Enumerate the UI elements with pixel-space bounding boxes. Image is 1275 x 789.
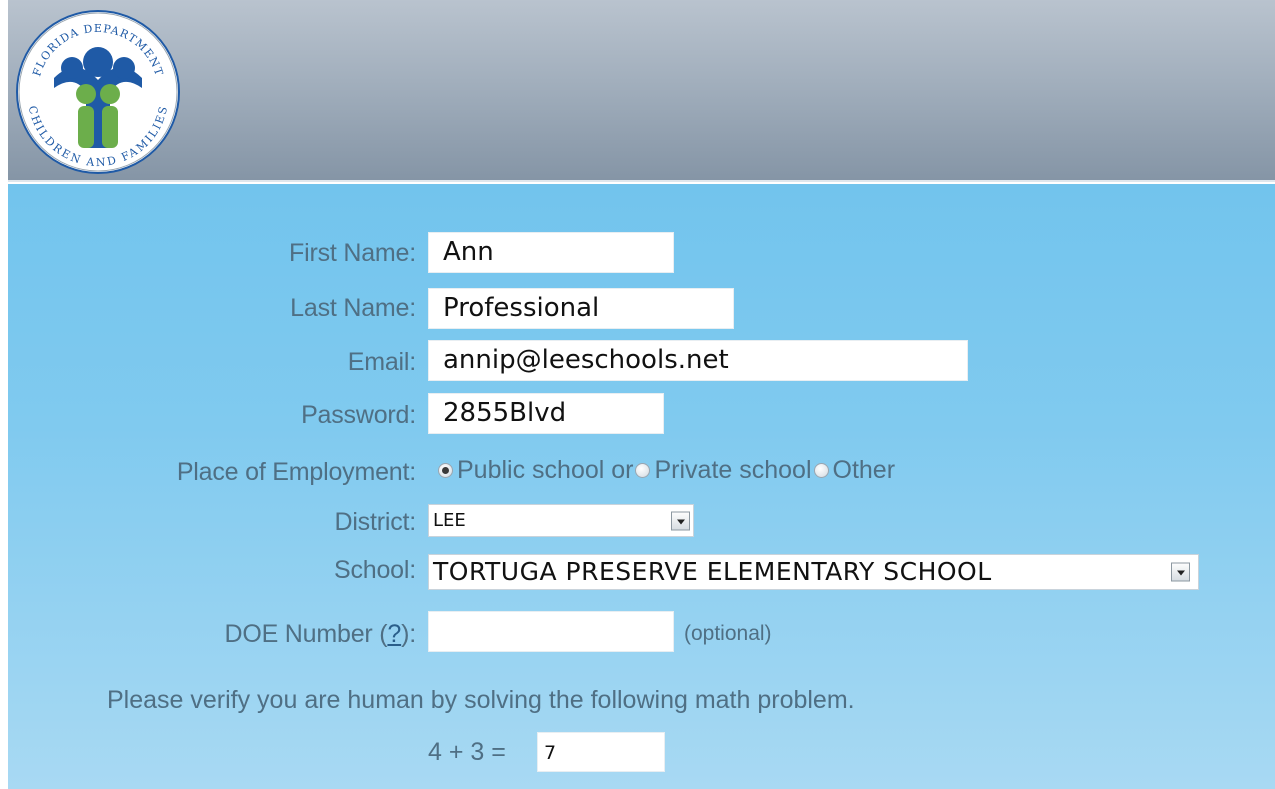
radio-private-school-label[interactable]: Private school [654,456,811,485]
first-name-label: First Name: [289,239,416,267]
last-name-label: Last Name: [290,294,416,322]
radio-public-school[interactable] [438,463,453,478]
doe-optional-hint: (optional) [684,622,772,645]
district-dropdown-arrow-icon[interactable] [671,511,690,530]
doe-number-label: DOE Number (?): [224,620,416,648]
radio-other[interactable] [813,463,829,478]
email-label: Email: [347,348,416,376]
school-select[interactable]: TORTUGA PRESERVE ELEMENTARY SCHOOL [428,554,1199,590]
first-name-input[interactable]: Ann [428,232,674,273]
verify-instructions: Please verify you are human by solving t… [107,686,855,714]
school-selected-value: TORTUGA PRESERVE ELEMENTARY SCHOOL [433,557,992,586]
doe-help-link[interactable]: ? [387,620,401,648]
password-input[interactable]: 2855Blvd [428,393,664,434]
dcf-seal-logo: FLORIDA DEPARTMENT CHILDREN AND FAMILIES [16,10,180,174]
page-header: FLORIDA DEPARTMENT CHILDREN AND FAMILIES [8,0,1275,182]
math-problem: 4 + 3 = [428,738,506,766]
doe-number-input[interactable] [428,611,674,652]
radio-public-school-label[interactable]: Public school or [457,456,633,485]
district-selected-value: LEE [433,510,466,531]
radio-other-label[interactable]: Other [833,456,896,485]
school-label: School: [334,556,416,584]
school-dropdown-arrow-icon[interactable] [1171,562,1190,582]
last-name-input[interactable]: Professional [428,288,734,329]
employment-radio-group: Public school or Private school Other [438,456,897,485]
password-label: Password: [301,401,416,429]
district-select[interactable]: LEE [428,504,694,537]
district-label: District: [334,508,416,536]
radio-private-school[interactable] [635,463,651,478]
math-answer-input[interactable]: 7 [537,732,665,772]
employment-label: Place of Employment: [176,458,416,486]
email-input[interactable]: annip@leeschools.net [428,340,968,381]
